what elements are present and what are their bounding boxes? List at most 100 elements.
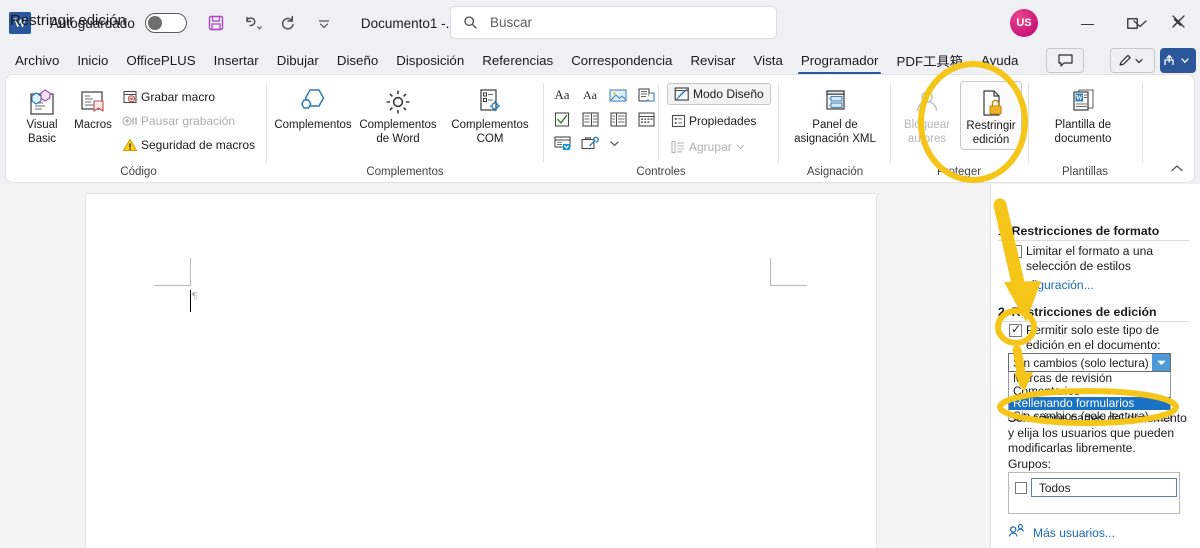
pen-editing-icon[interactable] (1110, 48, 1155, 73)
margin-mark-vertical (190, 258, 191, 286)
chevron-down-icon[interactable] (1132, 16, 1148, 34)
tab-insertar[interactable]: Insertar (205, 50, 268, 71)
visual-basic-button[interactable]: Visual Basic (16, 85, 68, 146)
ribbon: Visual Basic Macros Grabar macro Pausar … (6, 75, 1194, 182)
modo-diseno-label: Modo Diseño (693, 87, 764, 101)
tab-dibujar[interactable]: Dibujar (268, 50, 328, 71)
avatar[interactable]: US (1010, 9, 1038, 37)
document-canvas[interactable]: ¶ (0, 184, 990, 548)
tab-inicio[interactable]: Inicio (68, 50, 117, 71)
more-chevron-icon[interactable] (607, 139, 621, 148)
group-icon (667, 140, 689, 154)
dropdown-arrow-icon[interactable] (1152, 354, 1170, 371)
save-icon[interactable] (201, 8, 231, 38)
share-icon[interactable] (1160, 48, 1196, 73)
section-2-heading: 2. Restricciones de edición (998, 305, 1157, 319)
svg-text:W: W (1076, 94, 1083, 102)
document-title[interactable]: Documento1 -... (361, 16, 457, 31)
groups-listbox[interactable]: Todos (1008, 472, 1180, 514)
grabar-macro-item[interactable]: Grabar macro (119, 85, 264, 109)
repeating-section-control-icon[interactable] (551, 135, 573, 151)
dropdown-option-marcas-revision[interactable]: Marcas de revisión (1009, 372, 1170, 385)
tab-revisar[interactable]: Revisar (681, 50, 744, 71)
legacy-tools-icon[interactable] (579, 136, 601, 151)
group-title-complementos: Complementos (366, 166, 444, 178)
complementos-button[interactable]: Complementos (274, 85, 352, 133)
rich-text-control-icon[interactable]: Aa (551, 87, 573, 103)
exceptions-description: Seleccione partes del documento y elija … (1008, 411, 1187, 455)
grupos-label: Grupos: (1008, 457, 1052, 471)
gear-icon (354, 85, 442, 119)
complementos-com-label: Complementos COM (451, 119, 529, 145)
controls-gallery-row-2 (551, 107, 657, 131)
editing-type-value: Sin cambios (solo lectura) (1013, 356, 1149, 370)
group-item-checkbox[interactable] (1015, 482, 1027, 494)
tab-diseno[interactable]: Diseño (328, 50, 387, 71)
editing-type-combobox[interactable]: Sin cambios (solo lectura) (1008, 353, 1171, 372)
picture-control-icon[interactable] (607, 88, 629, 103)
seguridad-macros-item[interactable]: Seguridad de macros (119, 133, 264, 157)
word-window: W Autoguardado Documento1 -... Buscar US… (0, 0, 1200, 548)
date-picker-control-icon[interactable] (635, 111, 657, 127)
panel-asignacion-xml-button[interactable]: Panel de asignación XML (786, 85, 884, 146)
plantilla-documento-button[interactable]: W Plantilla de documento (1034, 85, 1132, 146)
group-title-controles: Controles (636, 166, 686, 178)
collapse-ribbon-chevron-icon[interactable] (1170, 164, 1184, 176)
mas-usuarios-row[interactable]: Más usuarios... (1008, 523, 1115, 543)
group-item-todos[interactable]: Todos (1031, 478, 1177, 497)
section-1-rule (998, 240, 1190, 241)
tab-correspondencia[interactable]: Correspondencia (562, 50, 681, 71)
minimize-button[interactable]: — (1065, 0, 1110, 46)
ribbon-group-complementos: Complementos Complementos de Word Comple… (268, 75, 542, 182)
building-block-control-icon[interactable] (635, 87, 657, 103)
pausar-grabacion-item: Pausar grabación (119, 109, 264, 133)
pause-recording-icon (119, 114, 141, 128)
undo-icon[interactable] (237, 8, 267, 38)
mas-usuarios-link[interactable]: Más usuarios... (1033, 526, 1115, 540)
macros-icon (68, 85, 118, 119)
autosave-toggle[interactable] (144, 13, 187, 33)
plantilla-documento-label: Plantilla de documento (1054, 119, 1112, 145)
group-title-plantillas: Plantillas (1061, 166, 1109, 178)
customize-quick-access-icon[interactable] (309, 8, 339, 38)
tab-pdf-toolbox[interactable]: PDF工具箱 (887, 48, 971, 73)
tab-vista[interactable]: Vista (745, 50, 792, 71)
tab-disposicion[interactable]: Disposición (387, 50, 473, 71)
restrict-editing-lock-icon (961, 86, 1021, 120)
combo-box-control-icon[interactable] (579, 111, 601, 127)
checkbox-control-icon[interactable] (551, 111, 573, 127)
limitar-formato-checkbox[interactable] (1009, 245, 1022, 258)
dropdown-option-rellenando-formularios[interactable]: Rellenando formularios (1009, 397, 1170, 410)
visual-basic-icon (16, 85, 68, 119)
plain-text-control-icon[interactable]: Aa (579, 88, 601, 103)
group-separator (890, 83, 891, 163)
section-2-rule (998, 321, 1190, 322)
ribbon-group-controles: Aa Aa Modo Diseño Propiedades Agrupar Co… (545, 75, 777, 182)
pausar-grabacion-label: Pausar grabación (141, 114, 236, 128)
complementos-com-button[interactable]: Complementos COM (446, 85, 534, 146)
macros-button[interactable]: Macros (68, 85, 118, 133)
propiedades-button[interactable]: Propiedades (667, 109, 777, 133)
group-separator (543, 83, 544, 163)
redo-icon[interactable] (273, 8, 303, 38)
tab-ayuda[interactable]: Ayuda (972, 50, 1027, 71)
close-icon[interactable] (1172, 15, 1185, 33)
modo-diseno-button[interactable]: Modo Diseño (667, 83, 771, 105)
configuracion-link[interactable]: Configuración... (1009, 278, 1094, 292)
group-title-asignacion: Asignación (806, 166, 864, 178)
complementos-label: Complementos (274, 119, 352, 131)
comments-icon[interactable] (1046, 48, 1084, 73)
tab-referencias[interactable]: Referencias (473, 50, 562, 71)
search-box[interactable]: Buscar (450, 6, 777, 39)
complementos-word-button[interactable]: Complementos de Word (354, 85, 442, 146)
dropdown-list-control-icon[interactable] (607, 111, 629, 127)
tab-officeplus[interactable]: OfficePLUS (117, 50, 204, 71)
tab-programador[interactable]: Programador (792, 50, 888, 75)
tab-archivo[interactable]: Archivo (6, 50, 68, 71)
restringir-edicion-button[interactable]: Restringir edición (960, 81, 1022, 150)
warning-triangle-icon (119, 138, 141, 152)
grabar-macro-label: Grabar macro (141, 90, 216, 104)
permitir-solo-tipo-edicion-checkbox[interactable] (1009, 322, 1022, 337)
document-scrollbar[interactable] (978, 184, 990, 548)
document-page[interactable]: ¶ (86, 194, 876, 548)
